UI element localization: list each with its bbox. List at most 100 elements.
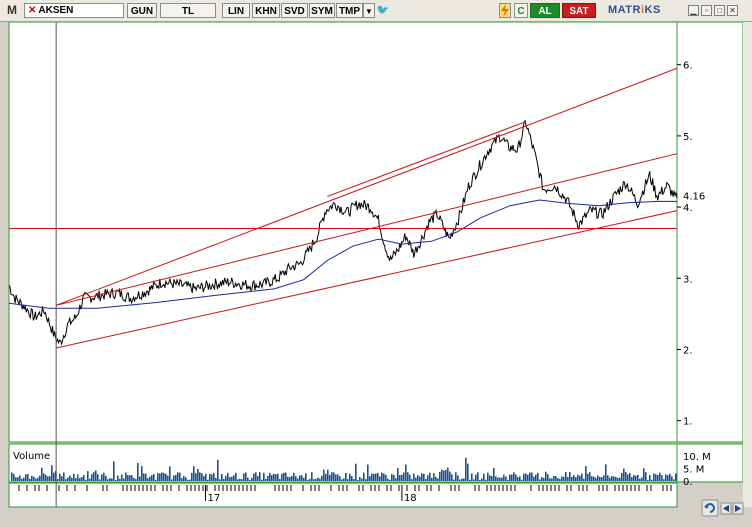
volume-bar (583, 478, 585, 481)
volume-bar (481, 478, 483, 481)
volume-bar (575, 477, 577, 481)
volume-bar (201, 473, 203, 481)
volume-bar (603, 475, 605, 481)
volume-bar (265, 478, 267, 481)
volume-bar (421, 473, 423, 481)
clear-icon[interactable]: ✕ (28, 5, 36, 16)
brand-right: KS (644, 4, 661, 16)
arrow-left-icon[interactable] (720, 502, 732, 515)
volume-bar (563, 476, 565, 481)
volume-bar (357, 479, 359, 481)
sym-button[interactable]: SYM (309, 3, 335, 18)
volume-bar (343, 478, 345, 481)
arrow-right-icon[interactable] (732, 502, 744, 515)
volume-bar (401, 474, 403, 481)
volume-bar (127, 474, 129, 481)
volume-bar (589, 472, 591, 481)
volume-bar (313, 479, 315, 481)
brand-logo: MATRiKS (608, 4, 661, 16)
volume-bar (625, 472, 627, 481)
volume-bar (565, 472, 567, 481)
symbol-input[interactable]: ✕ AKSEN (24, 3, 124, 18)
volume-bar (381, 472, 383, 481)
volume-bar (653, 473, 655, 481)
volume-bar (411, 479, 413, 481)
volume-bar (141, 466, 143, 481)
volume-bar (497, 477, 499, 481)
volume-bar (337, 474, 339, 481)
volume-bar (553, 476, 555, 481)
volume-bar (241, 479, 243, 481)
bottom-bar (0, 498, 752, 522)
volume-bar (585, 466, 587, 481)
scrollbar[interactable] (743, 22, 752, 507)
refresh-icon[interactable] (701, 499, 719, 517)
volume-bar (485, 479, 487, 481)
volume-bar (549, 478, 551, 481)
restore-icon[interactable]: ▫ (701, 5, 712, 16)
volume-bar (79, 478, 81, 481)
volume-bar (159, 473, 161, 481)
volume-bar (189, 479, 191, 481)
volume-bar (89, 478, 91, 481)
linear-button[interactable]: LIN (222, 3, 250, 18)
volume-bar (579, 475, 581, 481)
volume-bar (331, 472, 333, 481)
volume-bar (509, 474, 511, 481)
volume-bar (219, 479, 221, 481)
volume-bar (427, 475, 429, 481)
volume-bar (109, 478, 111, 481)
volume-bar (43, 473, 45, 481)
volume-bar (525, 473, 527, 481)
c-button[interactable]: C (514, 3, 528, 18)
chevron-down-icon[interactable]: ▼ (363, 3, 375, 18)
volume-bar (327, 469, 329, 481)
volume-bar (113, 461, 115, 481)
volume-bar (147, 478, 149, 481)
volume-bar (477, 472, 479, 481)
volume-bar (557, 478, 559, 481)
volume-bar (229, 477, 231, 481)
volume-bar (651, 479, 653, 481)
lightning-icon[interactable] (499, 3, 511, 18)
y-tick-label: 6. (683, 61, 693, 72)
price-axis-panel (676, 21, 744, 443)
volume-bar (321, 475, 323, 481)
buy-button[interactable]: AL (530, 3, 560, 18)
close-icon[interactable]: ✕ (727, 5, 738, 16)
volume-bar (277, 473, 279, 481)
volume-bar (251, 477, 253, 481)
volume-bar (245, 472, 247, 481)
volume-bar (533, 476, 535, 481)
volume-bar (35, 478, 37, 481)
volume-bar (69, 475, 71, 481)
tmp-button[interactable]: TMP (336, 3, 363, 18)
volume-bar (519, 476, 521, 481)
volume-bar (507, 479, 509, 481)
volume-bar (659, 472, 661, 481)
volume-bar (607, 475, 609, 481)
volume-bar (197, 468, 199, 481)
svd-button[interactable]: SVD (281, 3, 308, 18)
khn-button[interactable]: KHN (252, 3, 280, 18)
volume-bar (513, 472, 515, 481)
currency-button[interactable]: TL (160, 3, 216, 18)
volume-bar (319, 478, 321, 481)
twitter-icon[interactable]: 🐦 (376, 3, 390, 18)
period-button[interactable]: GUN (127, 3, 157, 18)
sell-button[interactable]: SAT (562, 3, 596, 18)
volume-bar (305, 473, 307, 481)
volume-bar (121, 474, 123, 481)
volume-bar (395, 478, 397, 481)
volume-bar (23, 477, 25, 481)
volume-bar (387, 478, 389, 481)
volume-bar (495, 476, 497, 481)
minimize-icon[interactable]: ▁ (688, 5, 699, 16)
maximize-icon[interactable]: □ (714, 5, 725, 16)
volume-bar (511, 474, 513, 481)
volume-bar (85, 479, 87, 481)
volume-bar (29, 478, 31, 481)
volume-bar (185, 477, 187, 481)
volume-bar (83, 475, 85, 481)
volume-tick-label: 10. M (683, 452, 711, 463)
